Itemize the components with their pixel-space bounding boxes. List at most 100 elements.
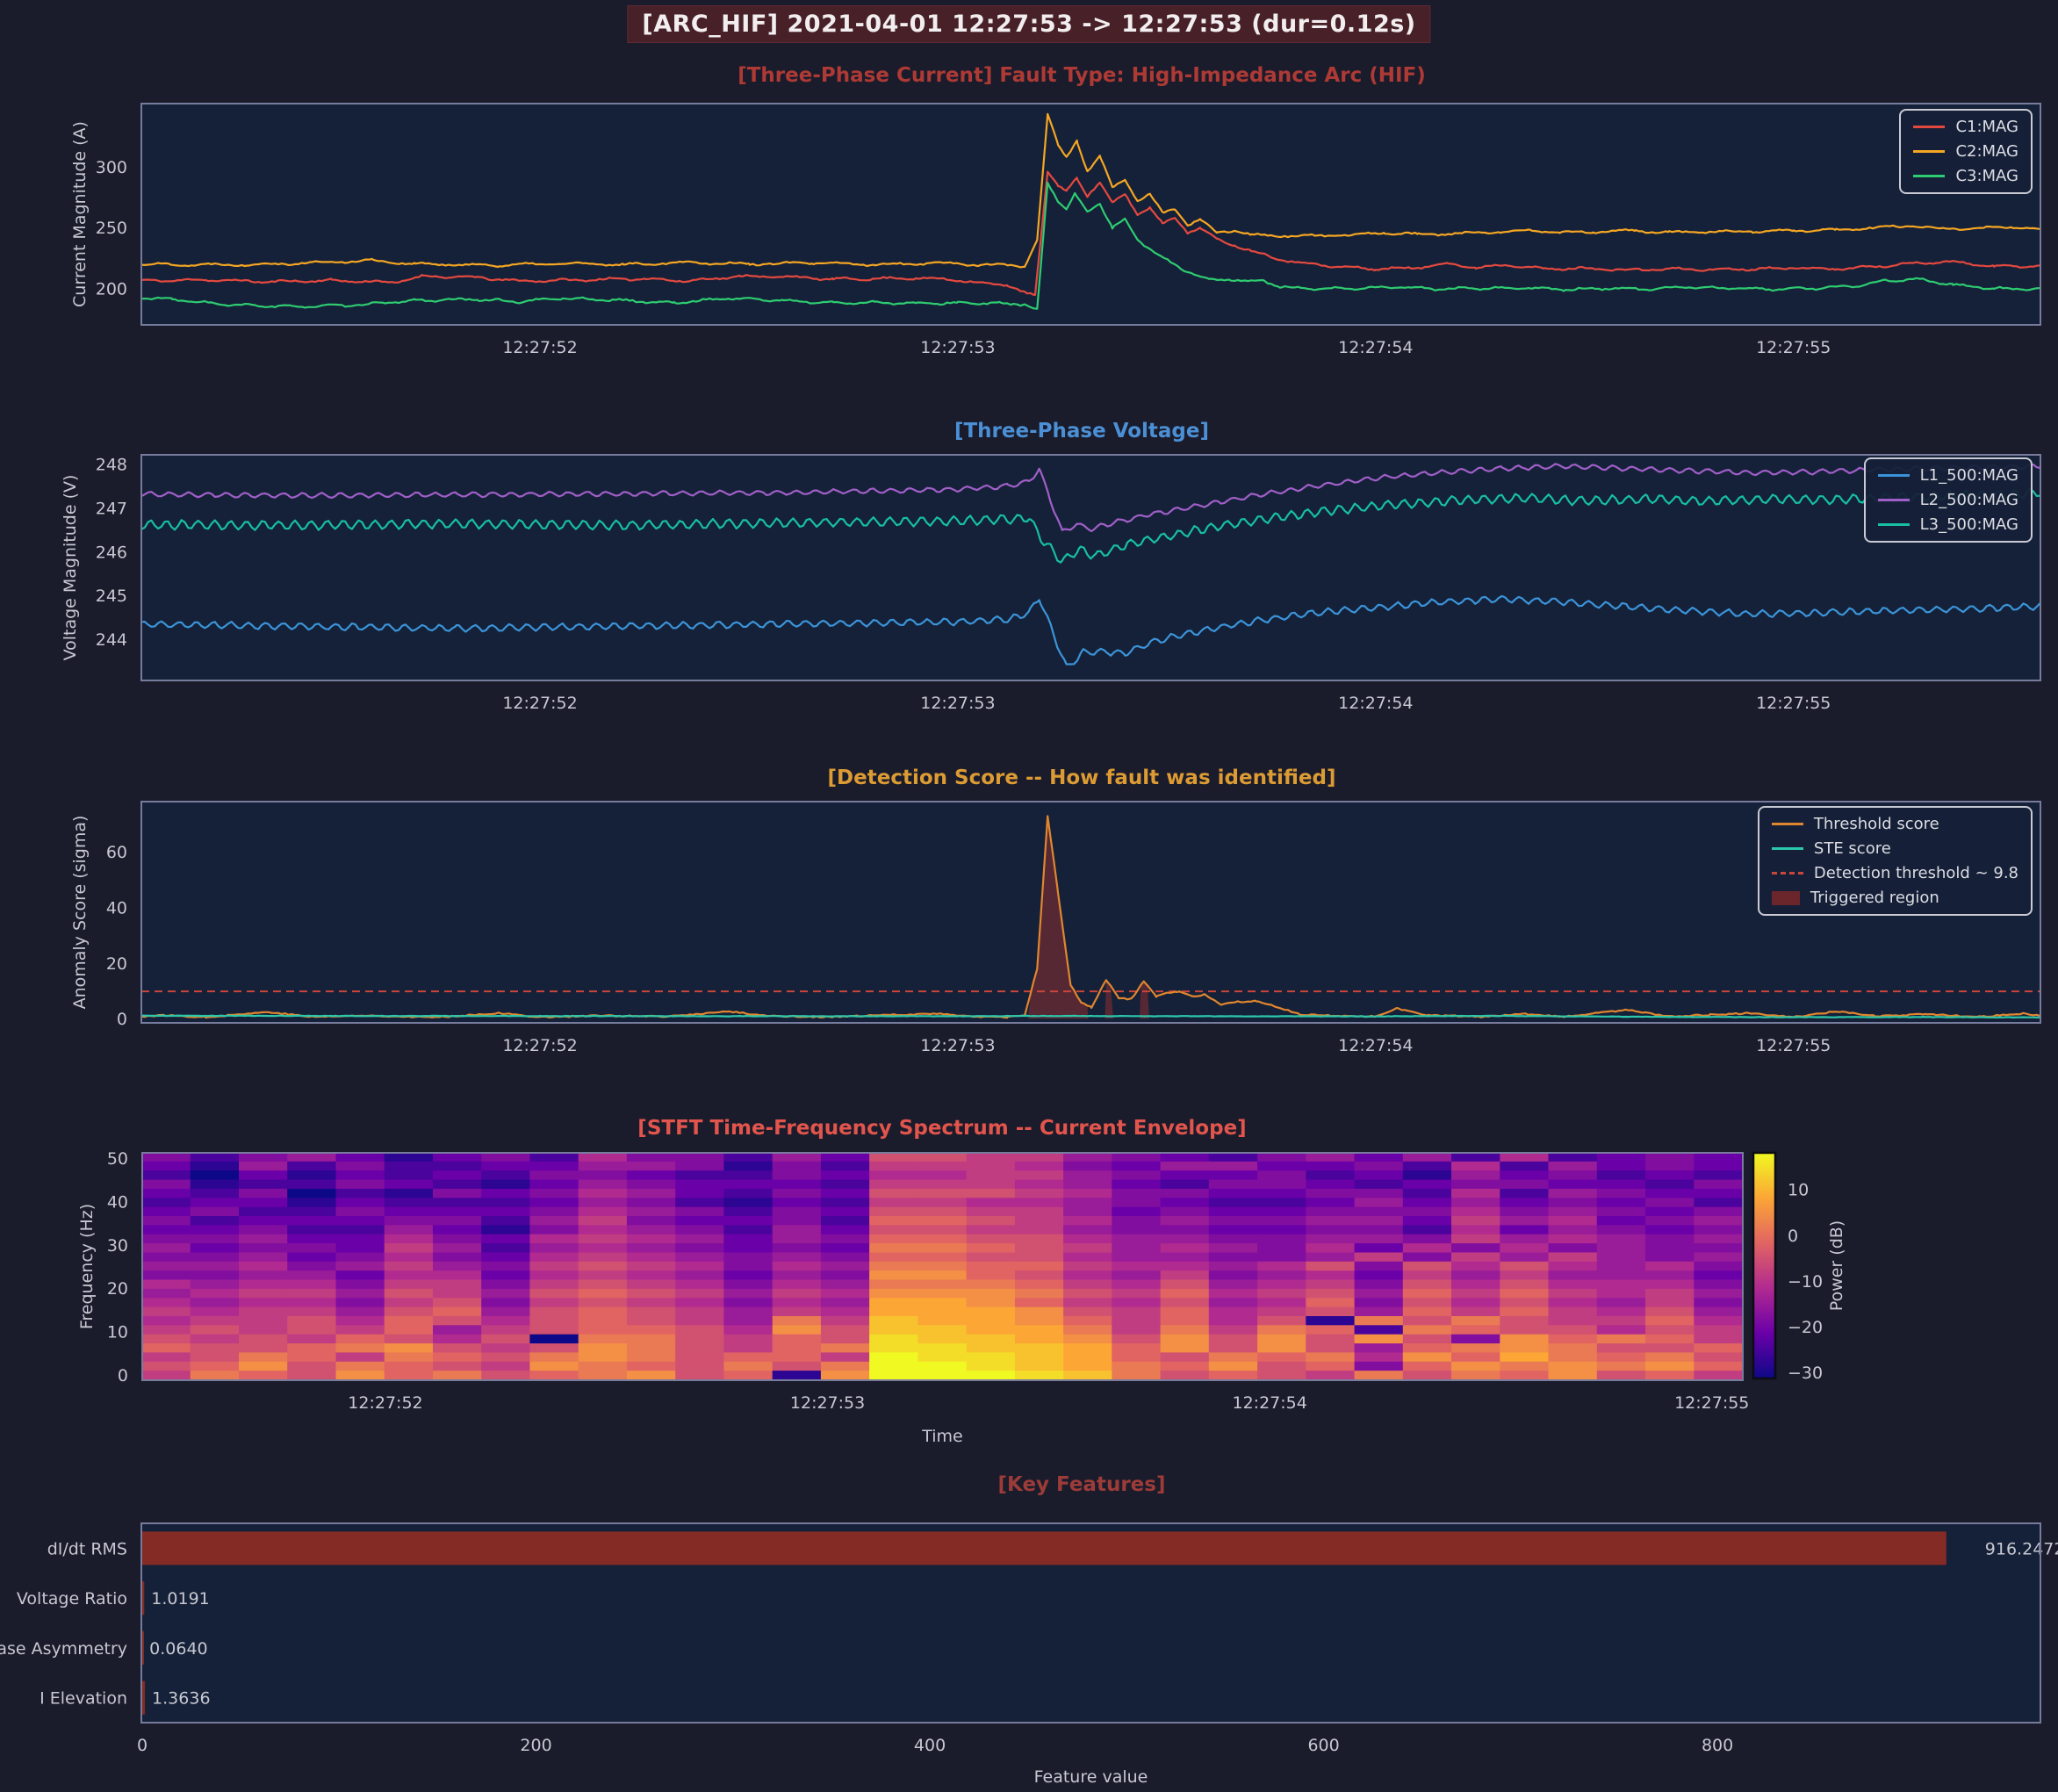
y-tick-label: 244 (96, 630, 127, 650)
stft-cell (917, 1262, 967, 1271)
stft-cell (1209, 1371, 1258, 1380)
stft-cell (433, 1325, 482, 1335)
stft-cell (869, 1343, 918, 1353)
legend-label: C1:MAG (1955, 118, 2018, 136)
stft-cell (1451, 1253, 1500, 1263)
stft-cell (481, 1207, 530, 1217)
stft-cell (1403, 1253, 1452, 1263)
stft-cell (385, 1362, 434, 1371)
stft-cell (1112, 1207, 1161, 1217)
stft-cell (1694, 1371, 1743, 1380)
stft-cell (287, 1170, 336, 1180)
stft-cell (1355, 1189, 1404, 1198)
stft-cell (1645, 1335, 1695, 1344)
stft-cell (336, 1270, 385, 1280)
stft-cell (287, 1189, 336, 1198)
stft-cell (239, 1243, 288, 1253)
stft-cell (579, 1189, 628, 1198)
stft-cell (579, 1316, 628, 1326)
y-tick-label: 246 (96, 543, 127, 562)
stft-cell (1451, 1225, 1500, 1234)
y-tick-label: 247 (96, 499, 127, 518)
stft-cell (1161, 1216, 1210, 1226)
stft-cell (1355, 1352, 1404, 1362)
stft-cell (529, 1325, 579, 1335)
stft-cell (1015, 1352, 1064, 1362)
stft-cell (1209, 1170, 1258, 1180)
stft-cell (1645, 1289, 1695, 1299)
stft-cell (142, 1189, 191, 1198)
legend-item: C2:MAG (1913, 142, 2018, 161)
stft-cell (1694, 1362, 1743, 1371)
stft-cell (1063, 1225, 1112, 1234)
bar-category-label: I Elevation (40, 1689, 127, 1709)
bar-value-label: 0.0640 (149, 1639, 207, 1659)
stft-cell (191, 1170, 240, 1180)
stft-cell (191, 1335, 240, 1344)
stft-cell (773, 1298, 822, 1307)
stft-cell (723, 1270, 773, 1280)
stft-cell (967, 1253, 1016, 1263)
stft-cell (1403, 1325, 1452, 1335)
stft-cell (142, 1298, 191, 1307)
stft-cell (191, 1371, 240, 1380)
stft-cell (1500, 1189, 1549, 1198)
stft-cell (1403, 1225, 1452, 1234)
stft-cell (1549, 1207, 1598, 1217)
stft-cell (142, 1335, 191, 1344)
stft-cell (675, 1325, 724, 1335)
stft-cell (967, 1280, 1016, 1290)
legend-label: C3:MAG (1955, 167, 2018, 185)
stft-cell (1209, 1335, 1258, 1344)
stft-cell (433, 1343, 482, 1353)
x-tick-label: 12:27:52 (502, 694, 577, 713)
stft-cell (1597, 1307, 1646, 1317)
stft-cell (191, 1153, 240, 1162)
stft-cell (1257, 1243, 1306, 1253)
stft-cell (1015, 1162, 1064, 1171)
stft-cell (723, 1180, 773, 1190)
x-tick-label: 12:27:55 (1756, 338, 1831, 357)
stft-cell (1209, 1262, 1258, 1271)
stft-cell (1597, 1153, 1646, 1162)
stft-cell (1306, 1280, 1355, 1290)
legend-item: L3_500:MAG (1878, 515, 2018, 534)
stft-cell (579, 1153, 628, 1162)
stft-cell (773, 1207, 822, 1217)
stft-cell (142, 1343, 191, 1353)
stft-cell (579, 1234, 628, 1244)
stft-cell (142, 1307, 191, 1317)
stft-cell (1209, 1289, 1258, 1299)
stft-cell (869, 1371, 918, 1380)
stft-cell (967, 1371, 1016, 1380)
stft-cell (433, 1253, 482, 1263)
legend-detection: Threshold scoreSTE scoreDetection thresh… (1758, 806, 2033, 916)
stft-cell (675, 1243, 724, 1253)
stft-cell (1306, 1180, 1355, 1190)
stft-cell (627, 1253, 676, 1263)
stft-cell (1355, 1371, 1404, 1380)
y-tick-label: 30 (107, 1236, 128, 1256)
stft-cell (1694, 1216, 1743, 1226)
stft-cell (1306, 1170, 1355, 1180)
stft-cell (336, 1352, 385, 1362)
stft-cell (1257, 1198, 1306, 1207)
stft-cell (287, 1207, 336, 1217)
stft-cell (1257, 1225, 1306, 1234)
panel-title-current: [Three-Phase Current] Fault Type: High-I… (738, 64, 1426, 87)
stft-cell (239, 1316, 288, 1326)
stft-cell (1500, 1289, 1549, 1299)
stft-cell (967, 1207, 1016, 1217)
stft-cell (675, 1153, 724, 1162)
x-tick-label: 12:27:53 (790, 1393, 865, 1413)
stft-cell (1306, 1216, 1355, 1226)
stft-cell (869, 1270, 918, 1280)
stft-cell (1403, 1343, 1452, 1353)
stft-cell (1112, 1225, 1161, 1234)
stft-cell (627, 1280, 676, 1290)
stft-cell (773, 1180, 822, 1190)
x-tick-label: 12:27:52 (502, 338, 577, 357)
stft-cell (917, 1335, 967, 1344)
stft-cell (1015, 1262, 1064, 1271)
stft-cell (1015, 1170, 1064, 1180)
